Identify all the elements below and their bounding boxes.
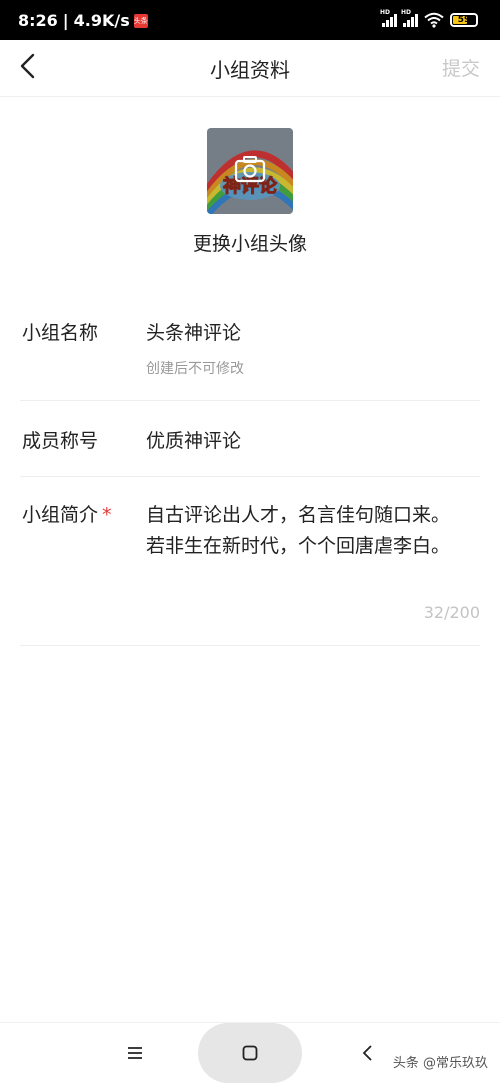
group-name-value: 头条神评论 <box>146 322 242 344</box>
signal-hd-label: HD <box>401 9 412 16</box>
signal-icon: HD <box>380 9 397 27</box>
group-intro-label-text: 小组简介 <box>22 504 99 526</box>
wifi-icon <box>424 12 444 28</box>
screen: 8:26 | 4.9K/s 头条 HD HD 59 小组资料 提交 神评论 更换… <box>0 0 500 1083</box>
change-avatar-link[interactable]: 更换小组头像 <box>0 229 500 256</box>
status-bar: 8:26 | 4.9K/s 头条 HD HD 59 <box>0 0 500 40</box>
divider <box>20 400 480 401</box>
menu-icon <box>128 1047 142 1059</box>
status-separator: | <box>62 11 69 30</box>
nav-back-button[interactable] <box>342 1023 392 1083</box>
group-intro-row: 小组简介 * 自古评论出人才，名言佳句随口来。若非生在新时代，个个回唐虐李白。 3… <box>22 500 480 630</box>
menu-button[interactable] <box>110 1023 160 1083</box>
home-button[interactable] <box>198 1023 302 1083</box>
group-name-row: 小组名称 头条神评论 创建后不可修改 <box>22 318 480 388</box>
battery-level: 59 <box>457 15 471 25</box>
group-name-label: 小组名称 <box>22 322 99 344</box>
status-left: 8:26 | 4.9K/s 头条 <box>18 11 148 30</box>
system-nav-bar: 头条 @常乐玖玖 <box>0 1022 500 1083</box>
group-avatar-image: 神评论 <box>207 128 293 214</box>
required-mark: * <box>102 504 112 526</box>
home-icon <box>242 1045 258 1061</box>
group-avatar[interactable]: 神评论 <box>207 128 293 214</box>
watermark: 头条 @常乐玖玖 <box>392 1056 488 1071</box>
member-title-label: 成员称号 <box>22 430 99 452</box>
group-name-hint: 创建后不可修改 <box>146 361 244 377</box>
toutiao-app-icon: 头条 <box>133 13 148 28</box>
signal-hd-label: HD <box>380 9 391 16</box>
submit-button[interactable]: 提交 <box>442 54 480 81</box>
nav-back-icon <box>362 1045 372 1061</box>
member-title-input[interactable]: 优质神评论 <box>146 426 241 453</box>
status-time: 8:26 <box>18 11 58 30</box>
group-intro-textarea[interactable]: 自古评论出人才，名言佳句随口来。若非生在新时代，个个回唐虐李白。 <box>146 500 466 562</box>
page-title: 小组资料 <box>210 58 290 82</box>
group-intro-label: 小组简介 * <box>22 500 112 527</box>
signal-icon: HD <box>401 9 418 27</box>
char-counter: 32/200 <box>423 603 480 622</box>
header: 小组资料 提交 <box>0 40 500 97</box>
divider <box>20 476 480 477</box>
divider <box>20 645 480 646</box>
status-net-speed: 4.9K/s <box>73 11 130 30</box>
member-title-row[interactable]: 成员称号 优质神评论 <box>22 426 480 466</box>
battery-icon: 59 <box>450 13 478 27</box>
status-right: HD HD 59 <box>380 9 478 28</box>
